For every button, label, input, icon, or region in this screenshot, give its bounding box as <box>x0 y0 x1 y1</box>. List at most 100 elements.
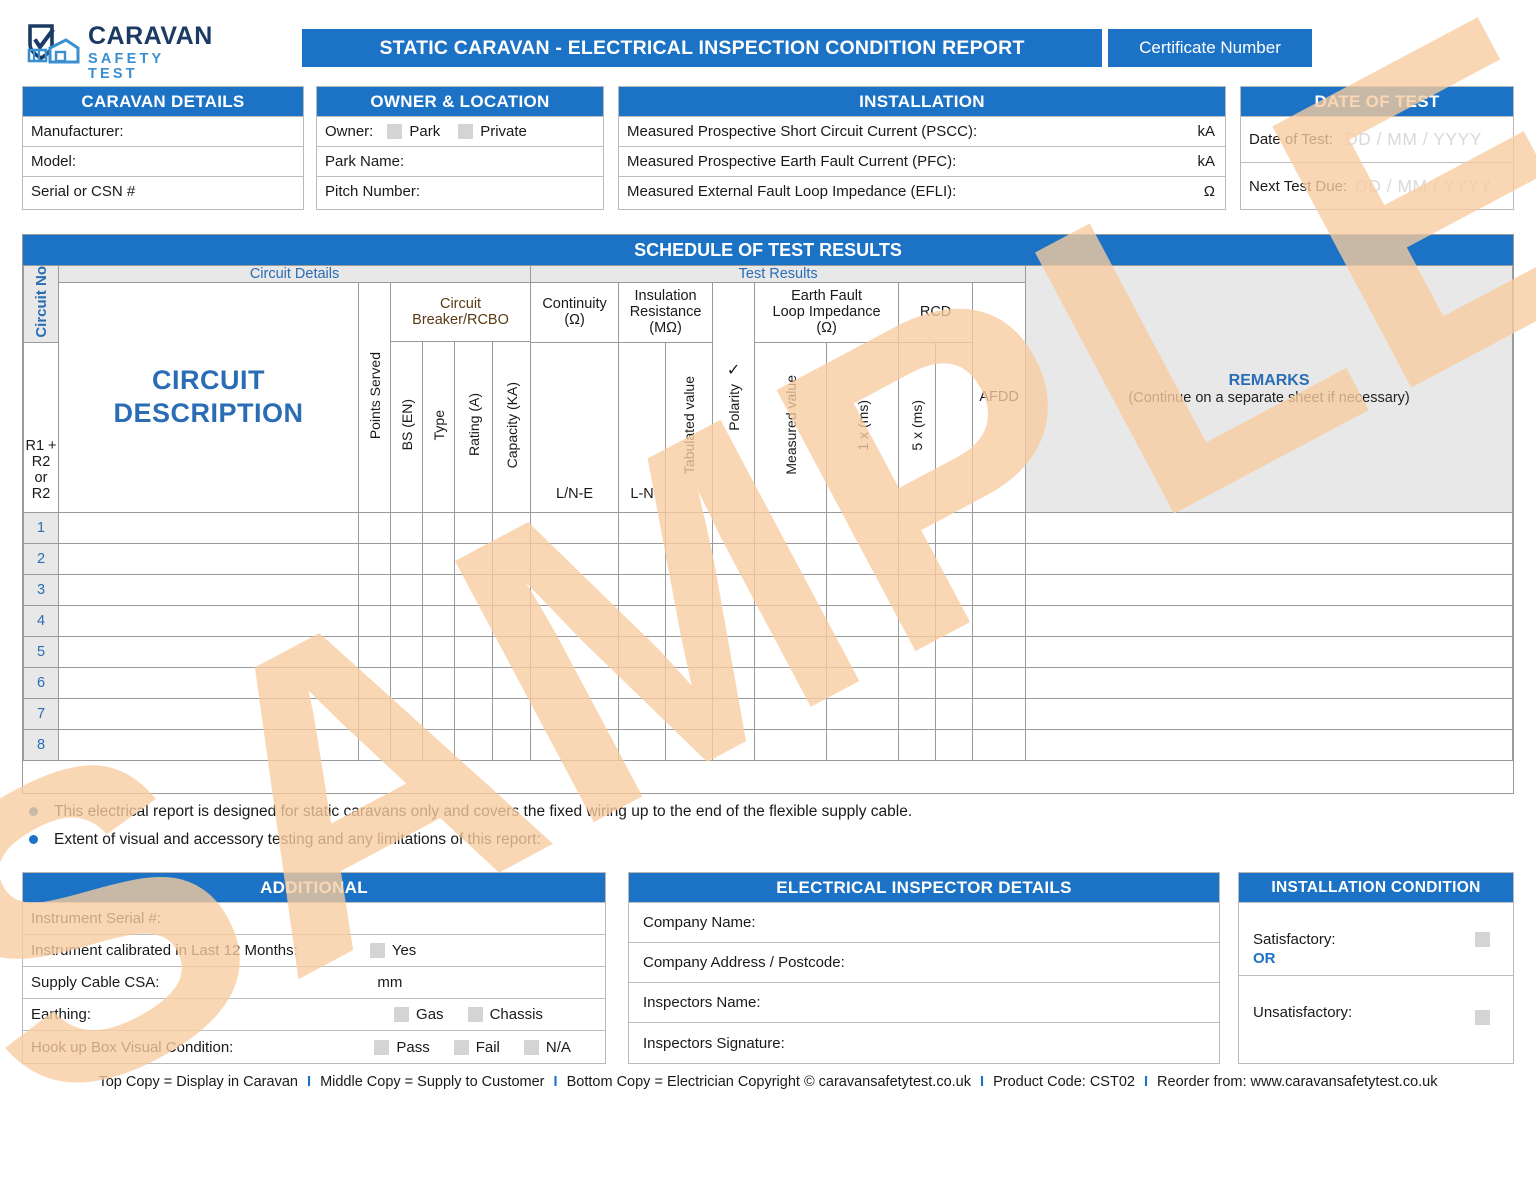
cell-polarity[interactable] <box>712 573 756 606</box>
cell-ln-e[interactable] <box>618 666 667 699</box>
cell-rcd-1x[interactable] <box>898 573 937 606</box>
cell-afdd[interactable] <box>972 666 1027 699</box>
cell-ln-e[interactable] <box>618 542 667 575</box>
cell-description[interactable] <box>58 573 359 606</box>
cell-type[interactable] <box>422 666 455 699</box>
cell-measured[interactable] <box>826 666 900 699</box>
cell-remarks[interactable] <box>1025 697 1513 730</box>
inspectors-signature-field[interactable]: Inspectors Signature: <box>629 1022 1219 1064</box>
cell-type[interactable] <box>422 573 455 606</box>
cell-tabulated[interactable] <box>754 697 828 730</box>
cell-description[interactable] <box>58 635 359 668</box>
calibrated-yes-checkbox[interactable] <box>369 943 385 958</box>
cell-rating[interactable] <box>454 511 493 544</box>
cell-r1r2[interactable] <box>530 542 620 575</box>
cell-capacity[interactable] <box>491 604 532 637</box>
model-field[interactable]: Model: <box>23 146 303 176</box>
cell-description[interactable] <box>58 697 359 730</box>
cell-capacity[interactable] <box>491 728 532 761</box>
cell-rating[interactable] <box>454 697 493 730</box>
cell-rcd-1x[interactable] <box>898 697 937 730</box>
cell-bs-en[interactable] <box>390 666 423 699</box>
park-name-field[interactable]: Park Name: <box>317 146 603 176</box>
cell-rcd-5x[interactable] <box>935 728 974 761</box>
cell-l-n[interactable] <box>665 573 714 606</box>
owner-park-checkbox[interactable] <box>387 124 403 139</box>
cell-afdd[interactable] <box>972 511 1027 544</box>
cell-points-served[interactable] <box>358 728 391 761</box>
cell-points-served[interactable] <box>358 511 391 544</box>
cell-measured[interactable] <box>826 604 900 637</box>
cell-ln-e[interactable] <box>618 697 667 730</box>
cell-points-served[interactable] <box>358 666 391 699</box>
cell-afdd[interactable] <box>972 604 1027 637</box>
cell-type[interactable] <box>422 511 455 544</box>
table-row[interactable]: 1 <box>23 511 1513 544</box>
cell-rcd-5x[interactable] <box>935 542 974 575</box>
cell-afdd[interactable] <box>972 697 1027 730</box>
cell-description[interactable] <box>58 728 359 761</box>
cell-tabulated[interactable] <box>754 604 828 637</box>
cell-type[interactable] <box>422 542 455 575</box>
cell-afdd[interactable] <box>972 635 1027 668</box>
cell-capacity[interactable] <box>491 697 532 730</box>
cell-rcd-1x[interactable] <box>898 635 937 668</box>
cell-points-served[interactable] <box>358 697 391 730</box>
cell-bs-en[interactable] <box>390 511 423 544</box>
cell-bs-en[interactable] <box>390 573 423 606</box>
cell-rcd-1x[interactable] <box>898 511 937 544</box>
date-of-test-field[interactable]: Date of Test: DD / MM / YYYY <box>1241 116 1513 162</box>
next-test-due-field[interactable]: Next Test Due: DD / MM / YYYY <box>1241 162 1513 209</box>
cell-ln-e[interactable] <box>618 635 667 668</box>
cell-measured[interactable] <box>826 511 900 544</box>
owner-private-checkbox[interactable] <box>458 124 474 139</box>
cell-afdd[interactable] <box>972 573 1027 606</box>
cell-r1r2[interactable] <box>530 573 620 606</box>
cell-ln-e[interactable] <box>618 728 667 761</box>
cell-l-n[interactable] <box>665 604 714 637</box>
cell-bs-en[interactable] <box>390 728 423 761</box>
cell-rcd-1x[interactable] <box>898 728 937 761</box>
inspectors-name-field[interactable]: Inspectors Name: <box>629 982 1219 1022</box>
cell-type[interactable] <box>422 635 455 668</box>
cell-l-n[interactable] <box>665 697 714 730</box>
table-row[interactable]: 5 <box>23 635 1513 668</box>
cell-r1r2[interactable] <box>530 604 620 637</box>
cell-tabulated[interactable] <box>754 542 828 575</box>
cell-capacity[interactable] <box>491 573 532 606</box>
cell-remarks[interactable] <box>1025 635 1513 668</box>
cell-l-n[interactable] <box>665 728 714 761</box>
cell-rcd-5x[interactable] <box>935 635 974 668</box>
company-name-field[interactable]: Company Name: <box>629 902 1219 942</box>
cell-polarity[interactable] <box>712 542 756 575</box>
cell-rating[interactable] <box>454 635 493 668</box>
cell-points-served[interactable] <box>358 542 391 575</box>
cell-tabulated[interactable] <box>754 573 828 606</box>
cell-tabulated[interactable] <box>754 511 828 544</box>
cell-measured[interactable] <box>826 697 900 730</box>
cell-l-n[interactable] <box>665 635 714 668</box>
cell-l-n[interactable] <box>665 666 714 699</box>
table-row[interactable]: 8 <box>23 728 1513 761</box>
cell-polarity[interactable] <box>712 728 756 761</box>
cell-measured[interactable] <box>826 635 900 668</box>
table-row[interactable]: 6 <box>23 666 1513 699</box>
table-row[interactable]: 4 <box>23 604 1513 637</box>
cell-l-n[interactable] <box>665 542 714 575</box>
certificate-number-field[interactable]: Certificate Number <box>1108 29 1312 67</box>
cell-capacity[interactable] <box>491 511 532 544</box>
cell-polarity[interactable] <box>712 635 756 668</box>
hookup-pass-checkbox[interactable] <box>374 1039 390 1055</box>
cell-tabulated[interactable] <box>754 635 828 668</box>
manufacturer-field[interactable]: Manufacturer: <box>23 116 303 146</box>
supply-cable-csa-field[interactable]: Supply Cable CSA: mm <box>23 966 605 998</box>
cell-type[interactable] <box>422 697 455 730</box>
cell-rcd-5x[interactable] <box>935 666 974 699</box>
cell-r1r2[interactable] <box>530 697 620 730</box>
cell-remarks[interactable] <box>1025 666 1513 699</box>
cell-tabulated[interactable] <box>754 666 828 699</box>
cell-rating[interactable] <box>454 604 493 637</box>
cell-polarity[interactable] <box>712 604 756 637</box>
cell-capacity[interactable] <box>491 666 532 699</box>
cell-type[interactable] <box>422 728 455 761</box>
